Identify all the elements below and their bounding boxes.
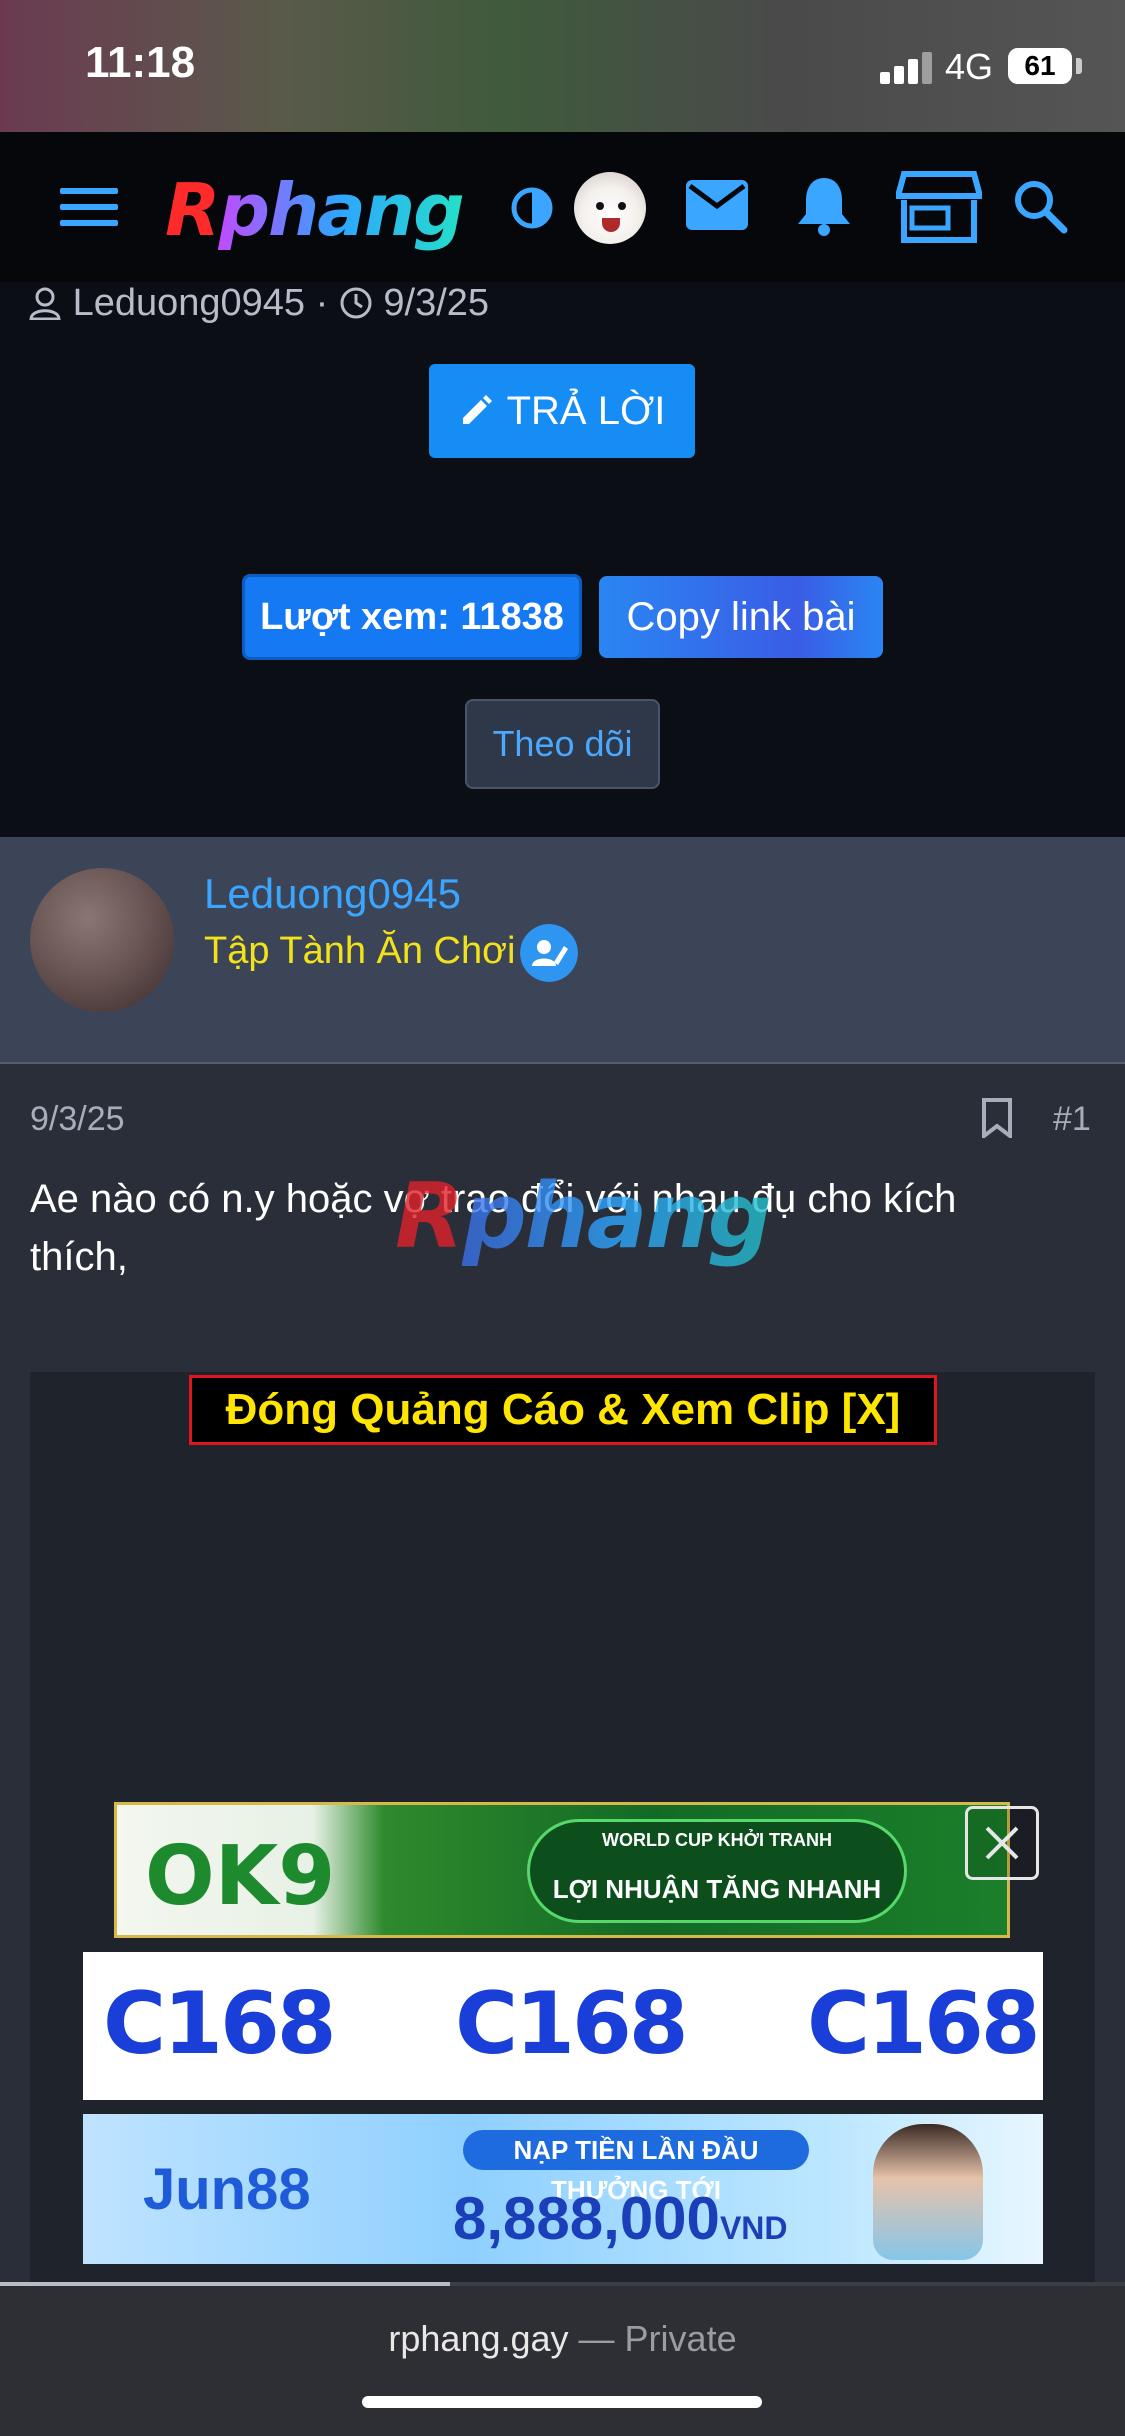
battery-icon: 61: [1008, 48, 1072, 84]
mail-icon[interactable]: [686, 180, 748, 230]
jun88-tag: NẠP TIỀN LẦN ĐẦU THƯỞNG TỚI: [463, 2130, 809, 2205]
signal-icon: [880, 52, 936, 84]
c168-logo: C168: [103, 1974, 337, 2074]
c168-logo: C168: [807, 1974, 1041, 2074]
promo-model-image: [873, 2124, 983, 2260]
post-number[interactable]: #1: [1053, 1100, 1091, 1139]
store-icon[interactable]: [896, 170, 982, 244]
c168-logo: C168: [455, 1974, 689, 2074]
ok9-tag: WORLD CUP KHỞI TRANH: [601, 1830, 832, 1850]
logo-text: phang: [218, 168, 464, 252]
meta-separator: ·: [315, 282, 329, 324]
logo-letter: R: [165, 168, 220, 252]
bell-icon[interactable]: [796, 174, 852, 236]
pencil-icon: [462, 395, 492, 424]
rank-badge-icon: [520, 924, 578, 982]
ok9-promo: WORLD CUP KHỞI TRANH LỢI NHUẬN TĂNG NHAN…: [527, 1819, 907, 1923]
menu-icon[interactable]: [60, 184, 118, 230]
status-bar: 11:18 4G 61: [0, 0, 1125, 132]
avatar[interactable]: [574, 172, 646, 244]
search-icon[interactable]: [1012, 178, 1068, 234]
post-username[interactable]: Leduong0945: [204, 870, 461, 918]
watermark-letter: R: [395, 1164, 464, 1269]
clock-icon: [340, 287, 372, 319]
close-ad-button[interactable]: Đóng Quảng Cáo & Xem Clip [X]: [189, 1375, 937, 1445]
jun88-banner[interactable]: Jun88 NẠP TIỀN LẦN ĐẦU THƯỞNG TỚI 8,888,…: [83, 2114, 1043, 2264]
follow-button[interactable]: Theo dõi: [465, 699, 660, 789]
private-label: Private: [624, 2318, 737, 2359]
network-label: 4G: [945, 46, 994, 87]
jun88-currency: VND: [719, 2210, 788, 2246]
status-time: 11:18: [85, 38, 196, 87]
jun88-brand: Jun88: [143, 2157, 311, 2222]
thread-meta: Leduong0945 · 9/3/25: [28, 282, 489, 325]
home-indicator[interactable]: [362, 2396, 762, 2408]
ok9-banner[interactable]: OK9 WORLD CUP KHỞI TRANH LỢI NHUẬN TĂNG …: [114, 1802, 1010, 1938]
close-icon[interactable]: [965, 1806, 1039, 1880]
views-button[interactable]: Lượt xem: 11838: [242, 574, 582, 660]
user-rank: Tập Tành Ăn Chơi: [204, 930, 516, 972]
thread-date: 9/3/25: [383, 282, 490, 324]
jun88-amount: 8,888,000VND: [453, 2184, 788, 2253]
post-date[interactable]: 9/3/25: [30, 1100, 125, 1139]
site-logo[interactable]: Rphang: [165, 168, 465, 252]
domain-label: rphang.gay: [388, 2318, 569, 2359]
reply-label: TRẢ LỜI: [506, 388, 666, 433]
address-bar[interactable]: rphang.gay — Private: [0, 2318, 1125, 2360]
copy-link-button[interactable]: Copy link bài: [599, 576, 883, 658]
url-separator: —: [568, 2318, 625, 2359]
ok9-brand: OK9: [145, 1829, 336, 1924]
c168-banner[interactable]: C168 C168 C168: [83, 1952, 1043, 2100]
user-icon: [29, 287, 61, 321]
user-avatar[interactable]: [30, 868, 174, 1012]
top-nav: Rphang: [0, 132, 1125, 282]
watermark-text: phang: [462, 1164, 772, 1269]
reply-button[interactable]: TRẢ LỜI: [429, 364, 695, 458]
bookmark-icon[interactable]: [980, 1098, 1014, 1138]
watermark-logo: Rphang: [395, 1164, 772, 1269]
contrast-icon[interactable]: [510, 186, 554, 230]
battery-tip: [1076, 58, 1082, 74]
browser-footer: [0, 2286, 1125, 2436]
thread-author[interactable]: Leduong0945: [73, 282, 305, 324]
jun88-amount-value: 8,888,000: [453, 2185, 720, 2252]
ok9-slogan: LỢI NHUẬN TĂNG NHANH: [552, 1874, 882, 1904]
